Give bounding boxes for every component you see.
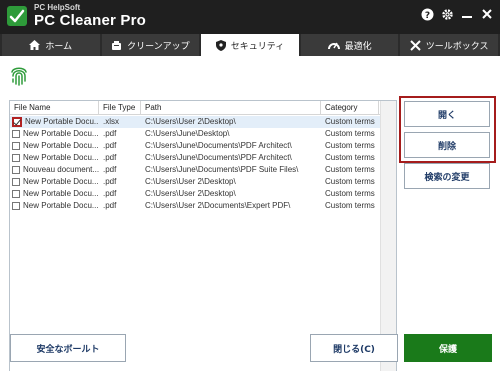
safe-vault-button[interactable]: 安全なボールト: [10, 334, 126, 362]
security-panel: File Name File Type Path Category New Po…: [0, 56, 500, 371]
row-checkbox[interactable]: [12, 178, 20, 186]
file-category: Custom terms: [325, 141, 375, 150]
file-type: .pdf: [103, 201, 117, 210]
tab-label: セキュリティ: [230, 41, 285, 52]
cleanup-icon: [112, 40, 122, 50]
file-name: New Portable Docu...: [23, 177, 99, 186]
file-type: .xlsx: [103, 117, 119, 126]
file-category: Custom terms: [325, 201, 375, 210]
file-path: C:\Users\User 2\Documents\Expert PDF\: [145, 201, 291, 210]
file-category: Custom terms: [325, 153, 375, 162]
file-name: Nouveau document...: [23, 165, 99, 174]
file-path: C:\Users\User 2\Desktop\: [145, 189, 236, 198]
table-scrollbar[interactable]: [380, 101, 396, 371]
tab-toolbox[interactable]: ツールボックス: [400, 34, 498, 56]
table-header: File Name File Type Path Category: [10, 101, 396, 115]
col-category[interactable]: Category: [321, 101, 379, 115]
delete-button[interactable]: 削除: [404, 132, 490, 158]
title-bar: PC HelpSoft PC Cleaner Pro ?: [0, 0, 500, 34]
table-rows: New Portable Docu... .xlsx C:\Users\User…: [10, 116, 380, 212]
main-tabs: ホーム クリーンアップ セキュリティ 最適化 ツールボックス: [0, 34, 500, 56]
file-type: .pdf: [103, 129, 117, 138]
table-row[interactable]: New Portable Docu... .pdf C:\Users\June\…: [10, 128, 380, 140]
tab-label: ツールボックス: [425, 41, 489, 52]
home-icon: [29, 40, 41, 50]
row-checkbox[interactable]: [12, 190, 20, 198]
row-checkbox[interactable]: [12, 166, 20, 174]
tab-label: クリーンアップ: [127, 41, 190, 52]
file-path: C:\Users\June\Documents\PDF Architect\: [145, 153, 292, 162]
change-search-button[interactable]: 検索の変更: [404, 163, 490, 189]
tab-optimize[interactable]: 最適化: [300, 34, 399, 56]
file-category: Custom terms: [325, 117, 375, 126]
open-button[interactable]: 開く: [404, 101, 490, 127]
file-type: .pdf: [103, 177, 117, 186]
row-checkbox[interactable]: [12, 117, 22, 127]
file-path: C:\Users\User 2\Desktop\: [145, 177, 236, 186]
tab-security[interactable]: セキュリティ: [201, 34, 299, 56]
file-type: .pdf: [103, 165, 117, 174]
close-button[interactable]: 閉じる(C): [310, 334, 398, 362]
svg-text:?: ?: [424, 11, 429, 21]
file-path: C:\Users\June\Desktop\: [145, 129, 230, 138]
shield-icon: [215, 39, 226, 51]
row-checkbox[interactable]: [12, 130, 20, 138]
table-row[interactable]: New Portable Docu... .pdf C:\Users\User …: [10, 200, 380, 212]
file-name: New Portable Docu...: [23, 153, 99, 162]
tab-label: 最適化: [344, 41, 372, 52]
file-table: File Name File Type Path Category New Po…: [9, 100, 397, 371]
file-category: Custom terms: [325, 165, 375, 174]
table-row[interactable]: New Portable Docu... .xlsx C:\Users\User…: [10, 116, 380, 128]
file-category: Custom terms: [325, 189, 375, 198]
tools-icon: [410, 39, 421, 51]
row-checkbox[interactable]: [12, 142, 20, 150]
file-name: New Portable Docu...: [25, 117, 99, 126]
pc-helpsoft-logo-icon: [7, 6, 27, 26]
file-type: .pdf: [103, 141, 117, 150]
help-icon[interactable]: ?: [420, 7, 434, 21]
protect-button[interactable]: 保護: [404, 334, 492, 362]
file-name: New Portable Docu...: [23, 189, 99, 198]
row-checkbox[interactable]: [12, 202, 20, 210]
app-title: PC Cleaner Pro: [34, 12, 147, 29]
speedometer-icon: [327, 42, 340, 50]
tab-label: ホーム: [45, 41, 73, 52]
tab-cleanup[interactable]: クリーンアップ: [101, 34, 200, 56]
fingerprint-icon: [11, 67, 27, 86]
file-name: New Portable Docu...: [23, 141, 99, 150]
file-type: .pdf: [103, 189, 117, 198]
close-icon[interactable]: [480, 7, 494, 21]
row-checkbox[interactable]: [12, 154, 20, 162]
table-row[interactable]: New Portable Docu... .pdf C:\Users\June\…: [10, 152, 380, 164]
col-path[interactable]: Path: [141, 101, 321, 115]
tab-home[interactable]: ホーム: [2, 34, 100, 56]
file-path: C:\Users\User 2\Desktop\: [145, 117, 236, 126]
file-category: Custom terms: [325, 177, 375, 186]
file-name: New Portable Docu...: [23, 129, 99, 138]
table-row[interactable]: New Portable Docu... .pdf C:\Users\User …: [10, 188, 380, 200]
file-path: C:\Users\June\Documents\PDF Architect\: [145, 141, 292, 150]
table-row[interactable]: New Portable Docu... .pdf C:\Users\June\…: [10, 140, 380, 152]
col-file-type[interactable]: File Type: [99, 101, 141, 115]
file-path: C:\Users\June\Documents\PDF Suite Files\: [145, 165, 299, 174]
table-row[interactable]: Nouveau document... .pdf C:\Users\June\D…: [10, 164, 380, 176]
col-file-name[interactable]: File Name: [10, 101, 99, 115]
gear-icon[interactable]: [440, 7, 454, 21]
file-name: New Portable Docu...: [23, 201, 99, 210]
file-category: Custom terms: [325, 129, 375, 138]
table-row[interactable]: New Portable Docu... .pdf C:\Users\User …: [10, 176, 380, 188]
brand-subtitle: PC HelpSoft: [34, 3, 81, 12]
minimize-icon[interactable]: [460, 7, 474, 21]
file-type: .pdf: [103, 153, 117, 162]
